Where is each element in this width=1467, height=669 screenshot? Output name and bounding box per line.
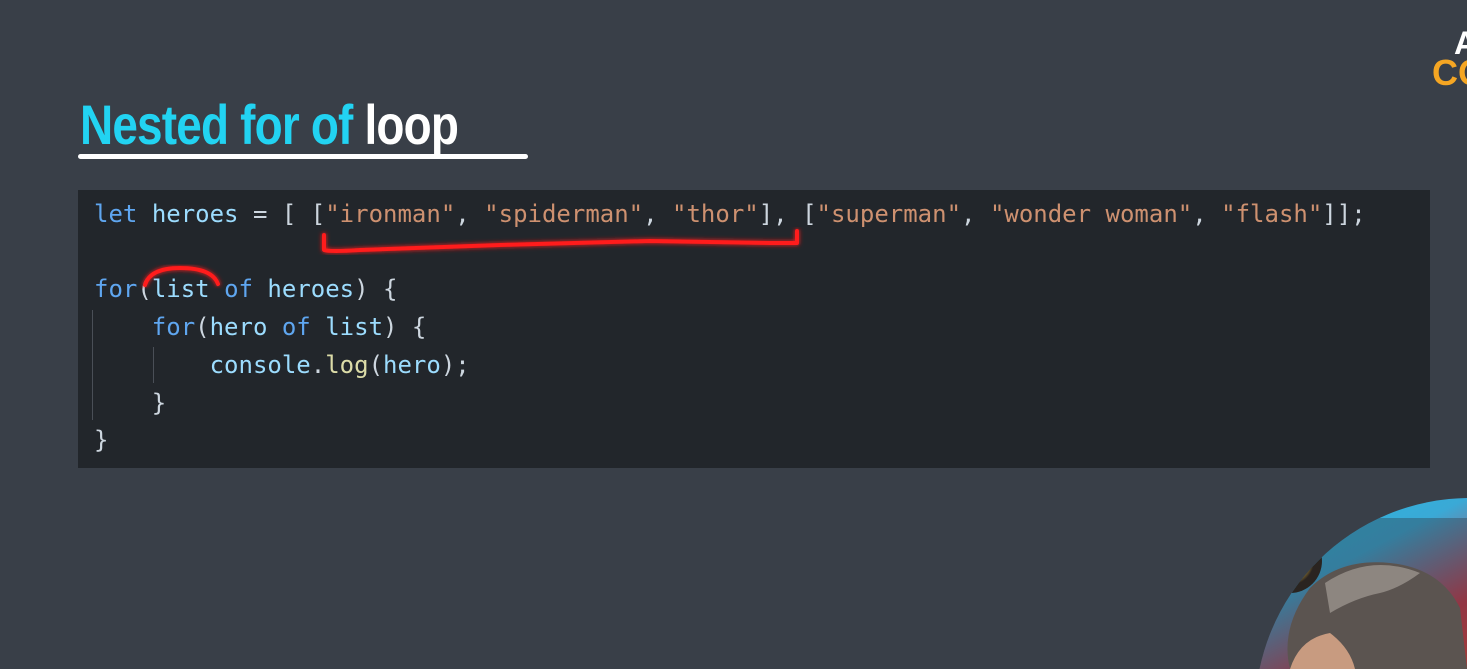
code-token: ) {: [383, 313, 427, 342]
slide-title: Nested for of loop: [80, 90, 459, 160]
code-token: of: [281, 313, 311, 342]
title-accent-text: Nested for of: [80, 93, 353, 156]
code-line-3: for(list of heroes) {: [94, 275, 397, 303]
code-token: "thor": [672, 200, 759, 228]
code-token: log: [325, 350, 369, 379]
code-text: let heroes = [ ["ironman", "spiderman", …: [94, 196, 1366, 460]
code-token: hero: [383, 350, 441, 379]
code-token: ) {: [354, 275, 398, 304]
code-token: ]];: [1322, 200, 1366, 228]
code-token: console: [209, 350, 311, 379]
code-token: "wonder woman": [989, 200, 1193, 228]
code-token: ,: [455, 200, 485, 228]
code-token: "ironman": [325, 200, 456, 228]
code-token: "flash": [1221, 200, 1323, 228]
code-token: = [ [: [238, 200, 326, 228]
code-token: let: [94, 200, 138, 228]
code-token: hero: [209, 313, 268, 342]
code-line-6: }: [94, 389, 166, 417]
code-token: heroes: [267, 275, 355, 304]
code-token: );: [440, 350, 470, 379]
code-token: list: [151, 275, 210, 304]
code-line-1: let heroes = [ ["ironman", "spiderman", …: [94, 200, 1366, 228]
code-token: }: [94, 426, 109, 455]
code-token: (: [368, 350, 384, 379]
code-token: ,: [1192, 200, 1222, 228]
code-token: of: [224, 275, 253, 304]
webcam-overlay: [1140, 498, 1467, 669]
code-token: ,: [643, 200, 673, 228]
code-token: "spiderman": [484, 200, 644, 228]
webcam-image: [1255, 498, 1467, 669]
code-token: ,: [961, 200, 990, 228]
code-line-4: for(hero of list) {: [94, 313, 427, 342]
code-line-5: console.log(hero);: [94, 351, 470, 379]
brand-logo: A CO: [1432, 27, 1467, 93]
indent-guide-outer: [92, 310, 93, 420]
code-token: "superman": [816, 200, 962, 228]
code-block: let heroes = [ ["ironman", "spiderman", …: [78, 190, 1430, 468]
code-line-7: }: [94, 426, 108, 454]
code-token: for: [151, 313, 196, 342]
code-token: list: [325, 313, 384, 342]
code-token: heroes: [151, 200, 239, 228]
code-token: }: [151, 388, 167, 417]
code-token: (: [137, 275, 152, 304]
title-underline: [78, 154, 528, 159]
code-token: for: [94, 275, 138, 304]
title-rest-text: loop: [364, 93, 459, 156]
brand-logo-line-2: CO: [1432, 52, 1467, 93]
code-token: .: [310, 350, 326, 379]
code-token: (: [195, 313, 210, 342]
code-token: ], [: [758, 200, 817, 228]
